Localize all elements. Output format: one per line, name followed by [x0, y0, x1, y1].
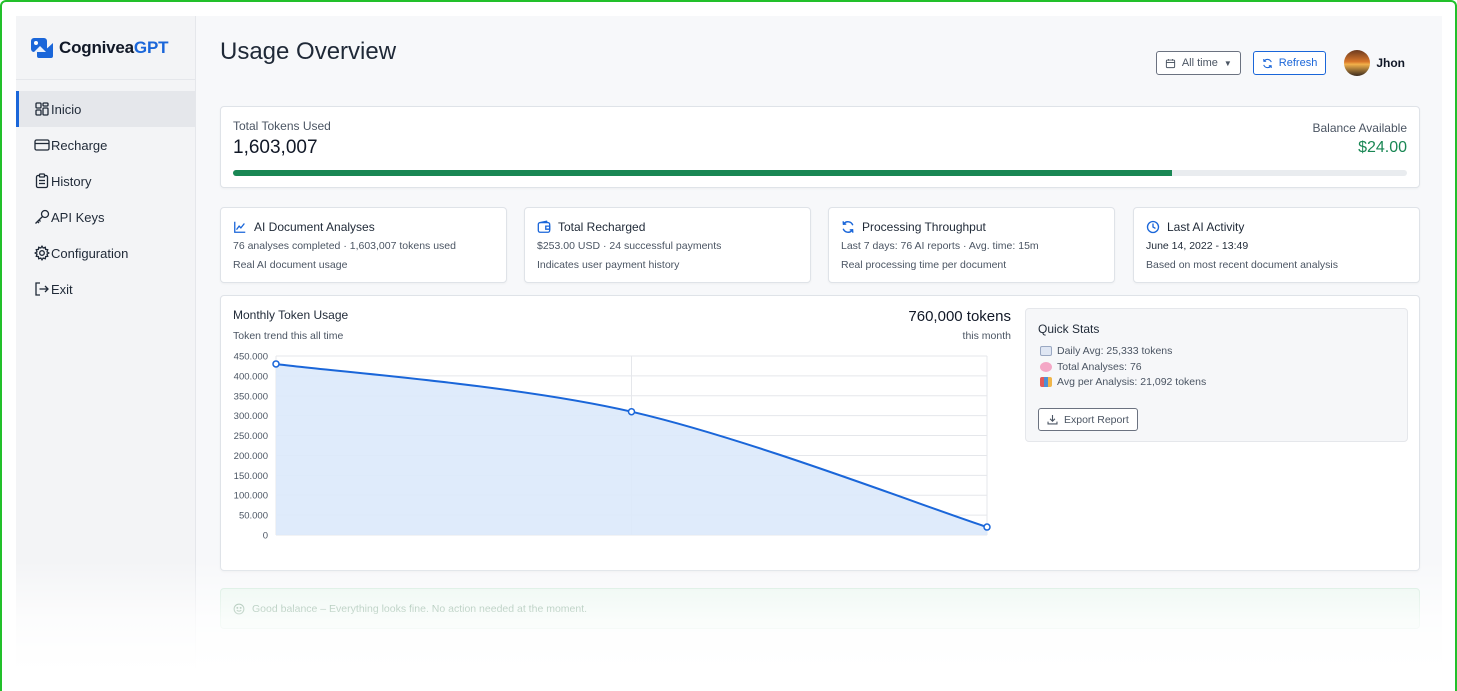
window-frame: [0, 0, 1457, 691]
